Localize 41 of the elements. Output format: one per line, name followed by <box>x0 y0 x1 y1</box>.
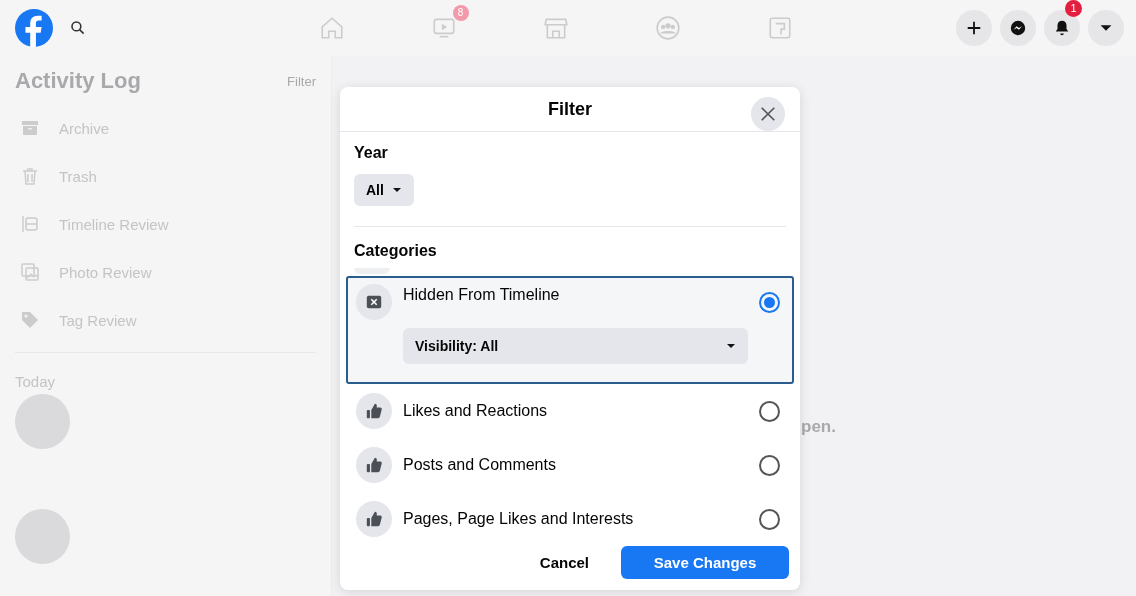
categories-label: Categories <box>354 242 437 260</box>
messenger-icon <box>1009 19 1027 37</box>
category-option[interactable]: Hidden From Timeline Visibility: All <box>346 276 794 384</box>
radio-button[interactable] <box>759 292 780 313</box>
messenger-button[interactable] <box>1000 10 1036 46</box>
caret-icon <box>391 185 402 195</box>
dialog-title: Filter <box>548 98 592 120</box>
empty-state-text: pen. <box>801 417 836 437</box>
hidden-icon <box>365 293 383 311</box>
close-button[interactable] <box>751 97 785 131</box>
tag-icon <box>20 310 40 330</box>
year-dropdown[interactable]: All <box>354 174 414 206</box>
trash-icon <box>20 166 40 186</box>
timeline-icon <box>20 214 40 234</box>
create-button[interactable] <box>956 10 992 46</box>
thumbs-up-icon <box>365 510 383 528</box>
photo-icon <box>20 262 40 282</box>
search-icon[interactable] <box>70 20 86 36</box>
bell-icon <box>1053 19 1071 37</box>
account-menu-button[interactable] <box>1088 10 1124 46</box>
thumbs-up-icon <box>365 456 383 474</box>
sidebar-title: Activity Log <box>15 68 141 94</box>
radio-button[interactable] <box>759 454 780 476</box>
cancel-button[interactable]: Cancel <box>517 546 611 579</box>
category-option[interactable]: Pages, Page Likes and Interests <box>346 492 794 546</box>
radio-button[interactable] <box>759 508 780 530</box>
logo-icon[interactable] <box>15 9 53 47</box>
category-option[interactable]: Posts and Comments <box>346 438 794 492</box>
plus-icon <box>965 19 983 37</box>
notifications-button[interactable] <box>1044 10 1080 46</box>
video-badge: 8 <box>452 5 469 21</box>
caret-icon <box>726 341 736 351</box>
year-label: Year <box>354 144 388 162</box>
save-changes-button[interactable]: Save Changes <box>621 546 789 579</box>
category-option[interactable]: Likes and Reactions <box>346 384 794 438</box>
radio-button[interactable] <box>759 400 780 422</box>
visibility-dropdown[interactable]: Visibility: All <box>403 328 748 364</box>
archive-icon <box>20 118 40 138</box>
notification-badge: 1 <box>1065 0 1082 17</box>
thumbs-up-icon <box>365 402 383 420</box>
close-icon <box>759 105 777 123</box>
